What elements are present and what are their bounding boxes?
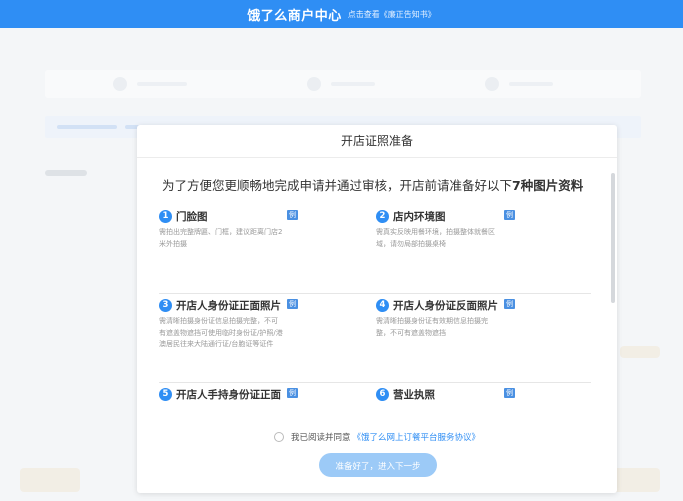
number-badge: 2 xyxy=(376,209,389,223)
document-item-storefront: 1 门脸图 例 需拍出完整牌匾、门框，建议距离门店2米外拍摄 xyxy=(159,208,364,250)
document-item-interior: 2 店内环境图 例 需真实反映用餐环境，拍摄整体就餐区域，请勿局部拍摄桌椅 xyxy=(376,208,581,250)
document-item-title: 开店人身份证正面照片 xyxy=(176,299,281,312)
agreement-row: 我已阅读并同意 《饿了么网上订餐平台服务协议》 xyxy=(137,431,617,443)
document-item-id-back: 4 开店人身份证反面照片 例 需清晰拍摄身份证有效期信息拍摄完整，不可有遮盖物遮… xyxy=(376,297,581,339)
document-item-desc: 需真实反映用餐环境，拍摄整体就餐区域，请勿局部拍摄桌椅 xyxy=(376,228,495,248)
documents-scroll-area[interactable]: 1 门脸图 例 需拍出完整牌匾、门框，建议距离门店2米外拍摄 2 店内环境图 例… xyxy=(159,205,599,415)
number-badge: 5 xyxy=(159,387,172,401)
documents-row: 5 开店人手持身份证正面 例 6 营业执照 例 xyxy=(159,383,591,415)
document-item-desc: 需清晰拍摄身份证信息拍摄完整，不可有遮盖物遮挡可使用临时身份证/护照/港澳居民往… xyxy=(159,317,283,348)
example-icon[interactable]: 例 xyxy=(504,299,515,309)
example-icon[interactable]: 例 xyxy=(287,388,298,398)
number-badge: 3 xyxy=(159,298,172,312)
document-item-holding-id: 5 开店人手持身份证正面 例 xyxy=(159,386,364,405)
document-item-title: 开店人身份证反面照片 xyxy=(393,299,498,312)
agreement-checkbox[interactable] xyxy=(273,432,284,442)
example-icon[interactable]: 例 xyxy=(504,388,515,398)
example-icon[interactable]: 例 xyxy=(287,210,298,220)
intro-text: 为了方便您更顺畅地完成申请并通过审核，开店前请准备好以下7种图片资料 xyxy=(162,175,583,194)
example-icon[interactable]: 例 xyxy=(504,210,515,220)
top-header: 饿了么商户中心 点击查看《廉正告知书》 xyxy=(0,0,683,28)
number-badge: 6 xyxy=(376,387,389,401)
intro-highlight: 7种图片资料 xyxy=(512,178,584,193)
document-item-desc: 需清晰拍摄身份证有效期信息拍摄完整，不可有遮盖物遮挡 xyxy=(376,317,488,337)
modal-scrollbar[interactable] xyxy=(611,173,615,303)
number-badge: 4 xyxy=(376,298,389,312)
document-item-head: 6 营业执照 xyxy=(376,386,581,402)
documents-row: 1 门脸图 例 需拍出完整牌匾、门框，建议距离门店2米外拍摄 2 店内环境图 例… xyxy=(159,205,591,294)
document-item-business-license: 6 营业执照 例 xyxy=(376,386,581,405)
document-item-title: 店内环境图 xyxy=(393,210,446,223)
modal-title: 开店证照准备 xyxy=(137,125,617,158)
documents-grid: 1 门脸图 例 需拍出完整牌匾、门框，建议距离门店2米外拍摄 2 店内环境图 例… xyxy=(159,205,591,415)
document-item-head: 5 开店人手持身份证正面 xyxy=(159,386,364,402)
document-item-title: 开店人手持身份证正面 xyxy=(176,388,281,401)
intro-prefix: 为了方便您更顺畅地完成申请并通过审核，开店前请准备好以下 xyxy=(162,178,513,193)
next-step-button[interactable]: 准备好了，进入下一步 xyxy=(319,453,437,477)
brand-title: 饿了么商户中心 xyxy=(247,8,342,24)
integrity-notice-link[interactable]: 点击查看《廉正告知书》 xyxy=(348,9,436,20)
agreement-text: 我已阅读并同意 xyxy=(290,433,351,443)
store-documents-modal: 开店证照准备 为了方便您更顺畅地完成申请并通过审核，开店前请准备好以下7种图片资… xyxy=(137,125,617,493)
document-item-head: 2 店内环境图 xyxy=(376,208,581,224)
document-item-id-front: 3 开店人身份证正面照片 例 需清晰拍摄身份证信息拍摄完整，不可有遮盖物遮挡可使… xyxy=(159,297,364,351)
example-icon[interactable]: 例 xyxy=(287,299,298,309)
document-item-head: 3 开店人身份证正面照片 xyxy=(159,297,364,313)
agreement-link[interactable]: 《饿了么网上订餐平台服务协议》 xyxy=(353,431,481,443)
document-item-title: 门脸图 xyxy=(176,210,208,223)
document-item-head: 1 门脸图 xyxy=(159,208,364,224)
document-item-desc: 需拍出完整牌匾、门框，建议距离门店2米外拍摄 xyxy=(159,228,283,248)
document-item-title: 营业执照 xyxy=(393,388,435,401)
number-badge: 1 xyxy=(159,209,172,223)
document-item-head: 4 开店人身份证反面照片 xyxy=(376,297,581,313)
documents-row: 3 开店人身份证正面照片 例 需清晰拍摄身份证信息拍摄完整，不可有遮盖物遮挡可使… xyxy=(159,294,591,383)
